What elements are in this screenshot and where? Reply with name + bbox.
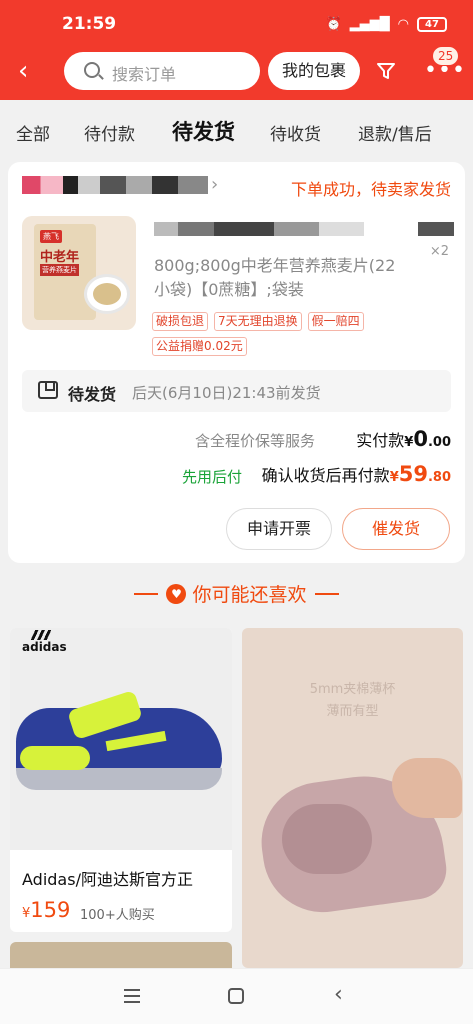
signal-icon: ▂▄▆█: [349, 16, 390, 32]
service-tag: 假一赔四: [307, 312, 364, 331]
package-box-icon: [38, 381, 58, 399]
order-status: 下单成功，待卖家发货: [290, 180, 451, 199]
shipping-deadline: 后天(6月10日)21:43前发货: [132, 384, 321, 402]
battery-icon: 47: [417, 16, 447, 32]
search-placeholder: 搜索订单: [112, 65, 177, 84]
brand-logo: adidas: [22, 640, 67, 654]
heart-icon: ♥: [166, 583, 187, 604]
product-tile-name: Adidas/阿迪达斯官方正: [22, 870, 193, 889]
adidas-logo-icon: [30, 630, 52, 640]
shipping-info[interactable]: 待发货 后天(6月10日)21:43前发货: [22, 370, 451, 412]
package-title: 中老年: [40, 250, 80, 265]
product-package: 燕飞 中老年 营养燕麦片: [34, 224, 96, 320]
tab-all[interactable]: 全部: [16, 120, 50, 145]
divider-line: [314, 592, 339, 595]
product-tile[interactable]: adidas Adidas/阿迪达斯官方正 ¥159 100+人购买: [10, 628, 232, 932]
service-tag: 公益捐赠0.02元: [152, 337, 247, 356]
shipping-label: 待发货: [68, 385, 117, 404]
pay-later-label: 先用后付: [182, 468, 243, 486]
tab-to-ship[interactable]: 待发货: [172, 116, 235, 146]
product-tile[interactable]: 5mm夹棉薄杯 薄而有型: [242, 628, 463, 968]
shop-name-blurred[interactable]: [22, 176, 208, 194]
back-nav-icon[interactable]: ‹: [334, 982, 343, 1007]
system-nav-bar: ‹: [0, 968, 473, 1024]
chevron-right-icon[interactable]: ›: [211, 174, 218, 195]
search-icon: [84, 62, 100, 78]
urge-shipping-button[interactable]: 催发货: [342, 508, 450, 550]
product-tile-price: ¥159: [22, 898, 71, 922]
product-overlay-text: 薄而有型: [326, 704, 379, 719]
tab-refund[interactable]: 退款/售后: [358, 120, 432, 145]
request-invoice-button[interactable]: 申请开票: [226, 508, 332, 550]
status-bar: 21:59 ⏰ ▂▄▆█ ◠ 47: [0, 0, 473, 52]
my-packages-button[interactable]: 我的包裹: [268, 52, 360, 90]
wifi-icon: ◠: [397, 16, 409, 32]
tab-to-receive[interactable]: 待收货: [270, 120, 321, 145]
filter-icon[interactable]: [376, 61, 396, 81]
price-protection: 含全程价保等服务: [194, 432, 315, 450]
menu-icon[interactable]: [124, 989, 140, 1003]
product-spec: 800g;800g中老年营养燕麦片(22小袋)【0蔗糖】;袋装: [154, 256, 396, 299]
tab-to-pay[interactable]: 待付款: [84, 120, 135, 145]
package-subtitle: 营养燕麦片: [40, 264, 79, 276]
product-hand-image: [392, 758, 462, 818]
header-bar: 21:59 ⏰ ▂▄▆█ ◠ 47 ‹ 搜索订单 我的包裹 ••• 25: [0, 0, 473, 100]
shoe-sole: [16, 768, 222, 790]
order-tabs: 全部 待付款 待发货 待收货 退款/售后: [0, 100, 473, 160]
recommend-header: ♥ 你可能还喜欢: [0, 580, 473, 610]
paid-amount: 实付款¥0.00: [356, 427, 451, 451]
status-time: 21:59: [62, 14, 117, 34]
shoe-toe: [20, 746, 90, 770]
package-brand: 燕飞: [40, 230, 62, 243]
product-bra-cup: [282, 804, 372, 874]
status-icons: ⏰ ▂▄▆█ ◠ 47: [325, 14, 447, 34]
alarm-icon: ⏰: [325, 16, 342, 32]
service-tag: 7天无理由退换: [214, 312, 302, 331]
pay-later-amount: 确认收货后再付款¥59.80: [261, 462, 451, 486]
back-icon[interactable]: ‹: [18, 58, 46, 86]
divider-line: [134, 592, 159, 595]
recommend-title: 你可能还喜欢: [192, 584, 307, 606]
product-title-blurred[interactable]: [154, 222, 454, 236]
search-input[interactable]: 搜索订单: [64, 52, 260, 90]
product-image[interactable]: 燕飞 中老年 营养燕麦片: [22, 216, 136, 330]
service-tags: 破损包退 7天无理由退换 假一赔四 公益捐赠0.02元: [152, 312, 412, 356]
order-card: › 下单成功，待卖家发货 燕飞 中老年 营养燕麦片 ×2 800g;800g中老…: [8, 162, 465, 563]
service-tag: 破损包退: [152, 312, 209, 331]
oatmeal-bowl: [84, 274, 130, 314]
product-overlay-text: 5mm夹棉薄杯: [309, 682, 396, 697]
product-tile-image: adidas: [10, 628, 232, 850]
product-quantity: ×2: [429, 244, 449, 259]
notification-badge: 25: [432, 46, 460, 66]
home-icon[interactable]: [228, 988, 244, 1004]
product-tile-sold: 100+人购买: [80, 908, 155, 923]
